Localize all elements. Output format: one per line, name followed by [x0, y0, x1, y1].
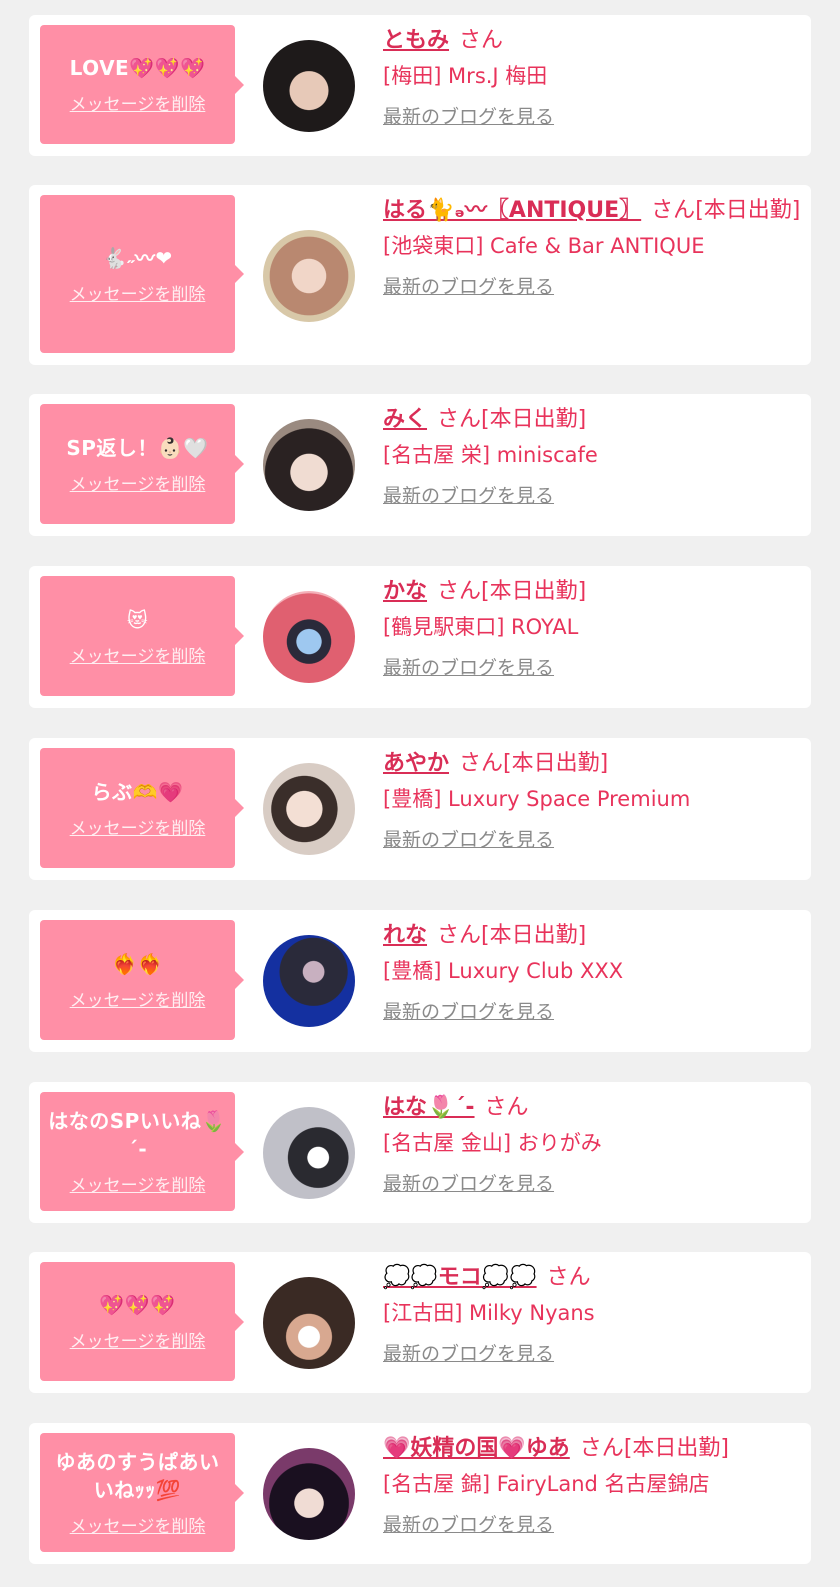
- honorific: さん: [459, 28, 504, 53]
- view-blog-link[interactable]: 最新のブログを見る: [383, 482, 554, 510]
- view-blog-link[interactable]: 最新のブログを見る: [383, 998, 554, 1026]
- avatar[interactable]: [263, 763, 355, 855]
- honorific: さん: [651, 198, 696, 223]
- message-bubble: LOVE💖💖💖 メッセージを削除: [40, 25, 244, 144]
- status-label: [本日出勤]: [695, 198, 801, 223]
- message-bubble: ❤️‍🔥❤️‍🔥 メッセージを削除: [40, 920, 244, 1040]
- view-blog-link[interactable]: 最新のブログを見る: [383, 654, 554, 682]
- delete-message-link[interactable]: メッセージを削除: [70, 470, 206, 495]
- delete-message-link[interactable]: メッセージを削除: [70, 1512, 206, 1537]
- shop-label: [豊橋] Luxury Club XXX: [383, 959, 624, 983]
- list-item: 🐇˶〰︎❤︎ メッセージを削除 はる🐈ₔ〰︎〖ANTIQUE〗 さん[本日出勤] …: [29, 185, 811, 365]
- list-item: ❤️‍🔥❤️‍🔥 メッセージを削除 れな さん[本日出勤] [豊橋] Luxury…: [29, 910, 811, 1052]
- honorific: さん: [437, 579, 482, 604]
- view-blog-link[interactable]: 最新のブログを見る: [383, 1511, 554, 1539]
- user-name-link[interactable]: 💗妖精の国💗ゆあ: [383, 1436, 570, 1461]
- user-name-link[interactable]: 💭💭モコ💭💭: [383, 1265, 537, 1290]
- list-item: ゆあのすうぱあいいねｯｯ💯 メッセージを削除 💗妖精の国💗ゆあ さん[本日出勤] …: [29, 1423, 811, 1564]
- view-blog-link[interactable]: 最新のブログを見る: [383, 1170, 554, 1198]
- avatar[interactable]: [263, 40, 355, 132]
- status-label: [本日出勤]: [623, 1436, 729, 1461]
- honorific: さん: [437, 407, 482, 432]
- list-item: はなのSPいいね🌷ˊ- メッセージを削除 はな🌷ˊ- さん [名古屋 金山] おり…: [29, 1082, 811, 1223]
- message-text: ゆあのすうぱあいいねｯｯ💯: [55, 1450, 220, 1502]
- message-bubble: ゆあのすうぱあいいねｯｯ💯 メッセージを削除: [40, 1433, 244, 1552]
- list-item: SP返し！👶🏻🤍 メッセージを削除 みく さん[本日出勤] [名古屋 栄] min…: [29, 394, 811, 536]
- message-bubble: SP返し！👶🏻🤍 メッセージを削除: [40, 404, 244, 524]
- delete-message-link[interactable]: メッセージを削除: [70, 90, 206, 115]
- user-name-link[interactable]: みく: [383, 407, 427, 432]
- list-item: らぶ🫶💗 メッセージを削除 あやか さん[本日出勤] [豊橋] Luxury Sp…: [29, 738, 811, 880]
- shop-label: [鶴見駅東口] ROYAL: [383, 615, 579, 639]
- delete-message-link[interactable]: メッセージを削除: [70, 280, 206, 305]
- user-name-link[interactable]: はな🌷ˊ-: [383, 1095, 475, 1120]
- delete-message-link[interactable]: メッセージを削除: [70, 642, 206, 667]
- shop-label: [豊橋] Luxury Space Premium: [383, 787, 691, 811]
- delete-message-link[interactable]: メッセージを削除: [70, 1327, 206, 1352]
- list-item: 💖💖💖 メッセージを削除 💭💭モコ💭💭 さん [江古田] Milky Nyans …: [29, 1252, 811, 1393]
- delete-message-link[interactable]: メッセージを削除: [70, 814, 206, 839]
- message-text: LOVE💖💖💖: [69, 56, 206, 80]
- message-text: 💖💖💖: [99, 1293, 176, 1317]
- message-list: LOVE💖💖💖 メッセージを削除 ともみ さん [梅田] Mrs.J 梅田 最新の…: [0, 0, 840, 1587]
- shop-label: [名古屋 錦] FairyLand 名古屋錦店: [383, 1472, 710, 1496]
- honorific: さん: [459, 751, 504, 776]
- message-text: ❤️‍🔥❤️‍🔥: [112, 951, 163, 976]
- status-label: [本日出勤]: [503, 751, 609, 776]
- status-label: [本日出勤]: [481, 923, 587, 948]
- avatar[interactable]: [263, 935, 355, 1027]
- list-item: LOVE💖💖💖 メッセージを削除 ともみ さん [梅田] Mrs.J 梅田 最新の…: [29, 15, 811, 156]
- view-blog-link[interactable]: 最新のブログを見る: [383, 103, 554, 131]
- user-name-link[interactable]: はる🐈ₔ〰︎〖ANTIQUE〗: [383, 198, 641, 223]
- honorific: さん: [484, 1095, 529, 1120]
- message-text: 😻: [126, 607, 149, 632]
- status-label: [本日出勤]: [481, 579, 587, 604]
- shop-label: [名古屋 金山] おりがみ: [383, 1131, 602, 1155]
- message-bubble: はなのSPいいね🌷ˊ- メッセージを削除: [40, 1092, 244, 1211]
- delete-message-link[interactable]: メッセージを削除: [70, 986, 206, 1011]
- status-label: [本日出勤]: [481, 407, 587, 432]
- view-blog-link[interactable]: 最新のブログを見る: [383, 273, 554, 301]
- shop-label: [江古田] Milky Nyans: [383, 1301, 595, 1325]
- user-name-link[interactable]: かな: [383, 579, 427, 604]
- view-blog-link[interactable]: 最新のブログを見る: [383, 826, 554, 854]
- honorific: さん: [437, 923, 482, 948]
- shop-label: [梅田] Mrs.J 梅田: [383, 64, 548, 88]
- avatar[interactable]: [263, 1277, 355, 1369]
- shop-label: [池袋東口] Cafe & Bar ANTIQUE: [383, 234, 705, 258]
- shop-label: [名古屋 栄] miniscafe: [383, 443, 598, 467]
- avatar[interactable]: [263, 591, 355, 683]
- message-bubble: 😻 メッセージを削除: [40, 576, 244, 696]
- message-text: らぶ🫶💗: [91, 779, 184, 804]
- message-bubble: 💖💖💖 メッセージを削除: [40, 1262, 244, 1381]
- message-text: 🐇˶〰︎❤︎: [102, 245, 173, 270]
- delete-message-link[interactable]: メッセージを削除: [70, 1171, 206, 1196]
- avatar[interactable]: [263, 1107, 355, 1199]
- message-text: SP返し！👶🏻🤍: [66, 435, 209, 460]
- avatar[interactable]: [263, 1448, 355, 1540]
- user-name-link[interactable]: ともみ: [383, 28, 449, 53]
- list-item: 😻 メッセージを削除 かな さん[本日出勤] [鶴見駅東口] ROYAL 最新のブ…: [29, 566, 811, 708]
- view-blog-link[interactable]: 最新のブログを見る: [383, 1340, 554, 1368]
- message-bubble: らぶ🫶💗 メッセージを削除: [40, 748, 244, 868]
- message-bubble: 🐇˶〰︎❤︎ メッセージを削除: [40, 195, 244, 353]
- user-name-link[interactable]: れな: [383, 923, 427, 948]
- message-text: はなのSPいいね🌷ˊ-: [48, 1109, 227, 1161]
- avatar[interactable]: [263, 230, 355, 322]
- honorific: さん: [546, 1265, 591, 1290]
- honorific: さん: [579, 1436, 624, 1461]
- avatar[interactable]: [263, 419, 355, 511]
- user-name-link[interactable]: あやか: [383, 751, 449, 776]
